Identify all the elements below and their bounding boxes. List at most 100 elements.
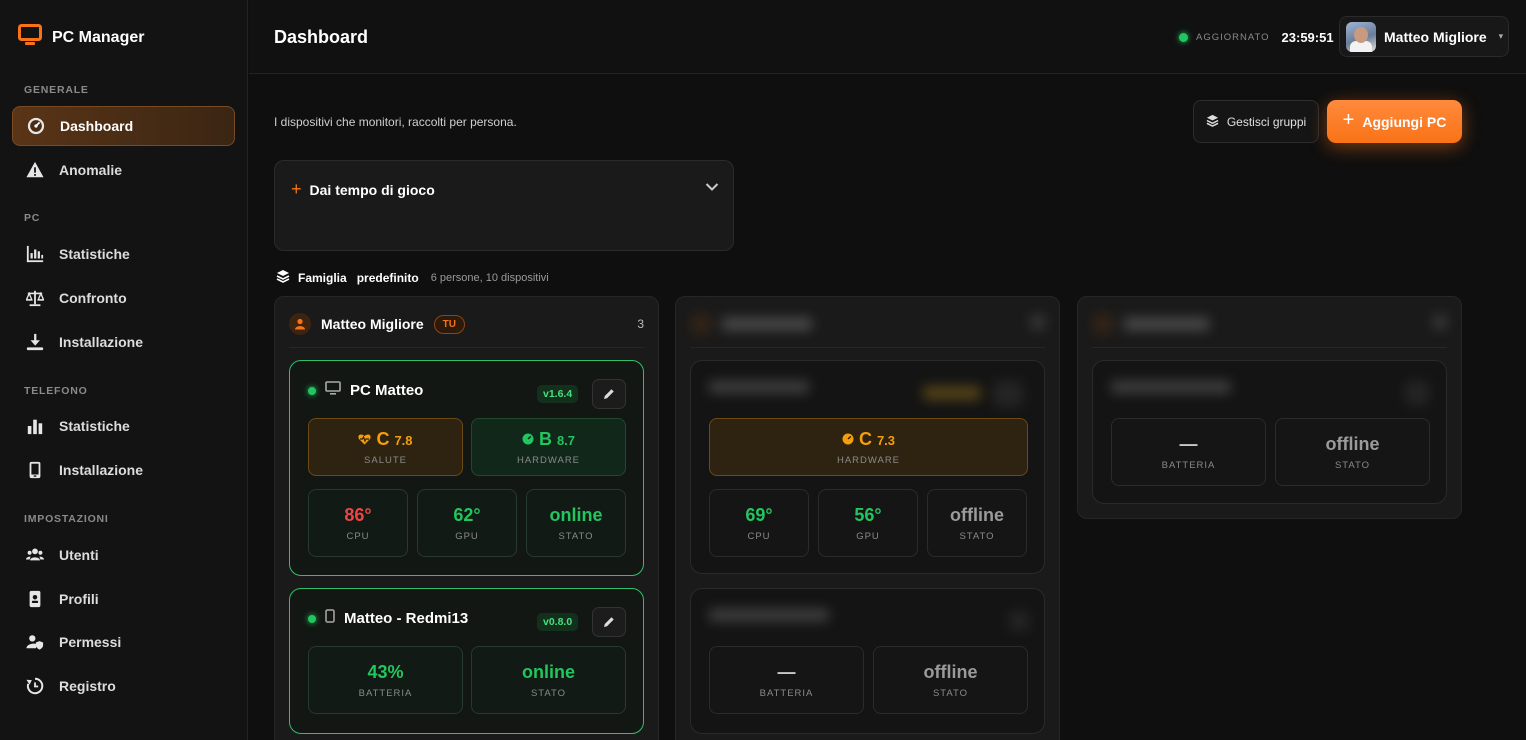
tile-label: BATTERIA	[759, 687, 814, 699]
online-dot-icon	[308, 386, 316, 395]
sidebar-item-statistiche-telefono[interactable]: Statistiche	[12, 406, 235, 446]
gpu-temp-tile: 56° GPU	[818, 489, 918, 557]
brand-title: PC Manager	[52, 28, 145, 46]
gauge-icon	[522, 429, 534, 450]
metric-value: online	[549, 504, 603, 525]
version-badge: v0.8.0	[537, 613, 579, 631]
id-card-icon	[25, 589, 45, 609]
tile-label: BATTERIA	[1161, 459, 1216, 471]
device-card[interactable]: — BATTERIA offline STATO	[690, 588, 1045, 734]
version-badge: v1.6.4	[537, 385, 579, 403]
sidebar-item-dashboard[interactable]: Dashboard	[12, 106, 235, 146]
nav-section-pc: PC	[24, 212, 41, 224]
sidebar-item-label: Dashboard	[60, 118, 134, 134]
history-icon	[25, 676, 45, 696]
tile-label: SALUTE	[364, 454, 407, 466]
sidebar-item-installazione-pc[interactable]: Installazione	[12, 322, 235, 362]
sidebar-item-label: Permessi	[59, 634, 122, 650]
metric-value: 43%	[367, 661, 404, 682]
score-value: 7.8	[394, 432, 413, 448]
status-tile: online STATO	[471, 646, 626, 714]
sidebar-item-confronto[interactable]: Confronto	[12, 278, 235, 318]
sidebar-item-label: Anomalie	[59, 162, 123, 178]
device-card[interactable]: C 7.3 HARDWARE 69° CPU 56° GPU offline S…	[690, 360, 1045, 574]
person-card: — BATTERIA offline STATO	[1077, 296, 1462, 519]
device-header-blurred	[1111, 381, 1231, 393]
tile-label: STATO	[530, 687, 567, 699]
hardware-score-tile: C 7.3 HARDWARE	[709, 418, 1028, 476]
desktop-icon	[325, 381, 341, 400]
edit-device-button[interactable]	[592, 379, 626, 409]
user-name: Matteo Migliore	[1384, 28, 1487, 45]
online-dot-icon	[308, 614, 316, 623]
user-menu-button[interactable]: Matteo Migliore ▾	[1339, 16, 1509, 57]
tile-label: CPU	[346, 530, 370, 542]
brand[interactable]: PC Manager	[18, 24, 144, 51]
status-tile: offline STATO	[927, 489, 1027, 557]
person-card: Matteo Migliore TU 3 PC Matteo v1.6.4 C …	[274, 296, 659, 740]
metric-value: offline	[1325, 433, 1380, 454]
sidebar-item-installazione-telefono[interactable]: Installazione	[12, 450, 235, 490]
page-title: Dashboard	[274, 27, 369, 47]
status-tile: offline STATO	[1275, 418, 1430, 486]
sidebar-item-label: Confronto	[59, 290, 127, 306]
device-card[interactable]: PC Matteo v1.6.4 C 7.8 SALUTE B 8.7 HARD…	[289, 360, 644, 576]
sidebar-item-label: Statistiche	[59, 418, 130, 434]
playtime-title: Dai tempo di gioco	[309, 181, 435, 198]
edit-device-button[interactable]	[592, 607, 626, 637]
chevron-down-icon[interactable]	[705, 179, 719, 197]
sidebar-item-label: Registro	[59, 678, 116, 694]
person-header-blurred	[690, 313, 812, 335]
users-icon	[25, 545, 45, 565]
sidebar-item-permessi[interactable]: Permessi	[12, 622, 235, 662]
chevron-down-icon: ▾	[1498, 31, 1504, 41]
add-pc-button[interactable]: + Aggiungi PC	[1327, 100, 1462, 143]
score-grade: B	[538, 428, 552, 449]
group-default-tag: predefinito	[356, 270, 419, 285]
group-name: Famiglia	[298, 270, 347, 285]
sidebar-item-label: Statistiche	[59, 246, 130, 262]
group-meta: 6 persone, 10 dispositivi	[430, 271, 549, 284]
status-dot-icon	[1179, 33, 1188, 42]
status-tile: offline STATO	[873, 646, 1028, 714]
warning-triangle-icon	[25, 160, 45, 180]
battery-tile: — BATTERIA	[709, 646, 864, 714]
device-header-blurred	[709, 609, 829, 621]
sidebar-item-anomalie[interactable]: Anomalie	[12, 150, 235, 190]
sidebar-item-statistiche-pc[interactable]: Statistiche	[12, 234, 235, 274]
sidebar-item-label: Installazione	[59, 462, 144, 478]
sidebar-item-registro[interactable]: Registro	[12, 666, 235, 706]
plus-icon: +	[291, 179, 302, 199]
sidebar-item-label: Installazione	[59, 334, 144, 350]
metric-value: offline	[950, 504, 1004, 525]
tile-label: STATO	[558, 530, 594, 542]
page-subtitle: I dispositivi che monitori, raccolti per…	[274, 115, 517, 129]
metric-value: 69°	[745, 504, 773, 525]
scale-icon	[25, 288, 45, 308]
device-card[interactable]: Matteo - Redmi13 v0.8.0 43% BATTERIA onl…	[289, 588, 644, 734]
nav-section-generale: GENERALE	[24, 84, 89, 96]
sidebar: PC Manager GENERALE Dashboard Anomalie P…	[0, 0, 248, 740]
sidebar-item-profili[interactable]: Profili	[12, 579, 235, 619]
download-icon	[25, 332, 45, 352]
phone-icon	[325, 609, 335, 628]
person-header-blurred	[1092, 313, 1209, 335]
health-score-tile: C 7.8 SALUTE	[308, 418, 463, 476]
tile-label: BATTERIA	[358, 687, 413, 699]
phone-icon	[25, 460, 45, 480]
device-card[interactable]: — BATTERIA offline STATO	[1092, 360, 1447, 504]
score-value: 8.7	[556, 432, 576, 448]
tile-label: HARDWARE	[516, 454, 581, 466]
you-badge: TU	[433, 314, 466, 334]
plus-icon: +	[1342, 109, 1355, 131]
manage-groups-button[interactable]: Gestisci gruppi	[1193, 100, 1319, 143]
playtime-panel[interactable]: + Dai tempo di gioco	[274, 160, 734, 251]
sidebar-item-utenti[interactable]: Utenti	[12, 535, 235, 575]
manage-groups-label: Gestisci gruppi	[1226, 114, 1307, 129]
hardware-score-tile: B 8.7 HARDWARE	[471, 418, 626, 476]
tile-label: HARDWARE	[836, 454, 901, 466]
cpu-temp-tile: 86° CPU	[308, 489, 408, 557]
battery-tile: 43% BATTERIA	[308, 646, 463, 714]
score-grade: C	[858, 428, 872, 449]
battery-tile: — BATTERIA	[1111, 418, 1266, 486]
